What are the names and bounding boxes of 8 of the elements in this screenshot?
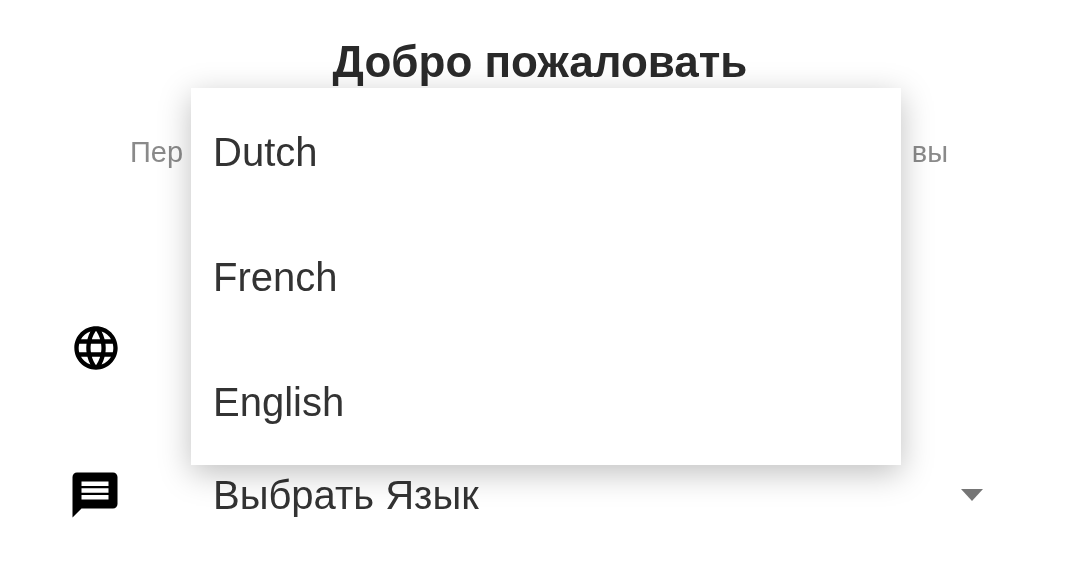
caret-icon: [961, 489, 983, 501]
menu-item[interactable]: Dutch: [213, 127, 318, 176]
subtitle-text: Пер: [130, 135, 184, 169]
menu-item[interactable]: French: [213, 253, 338, 301]
subtitle-text: вы: [911, 135, 948, 169]
page-title: Добро пожаловать: [332, 36, 748, 88]
menu-item[interactable]: English: [213, 378, 345, 427]
language-dropdown[interactable]: Выбрать Язык: [213, 471, 983, 519]
